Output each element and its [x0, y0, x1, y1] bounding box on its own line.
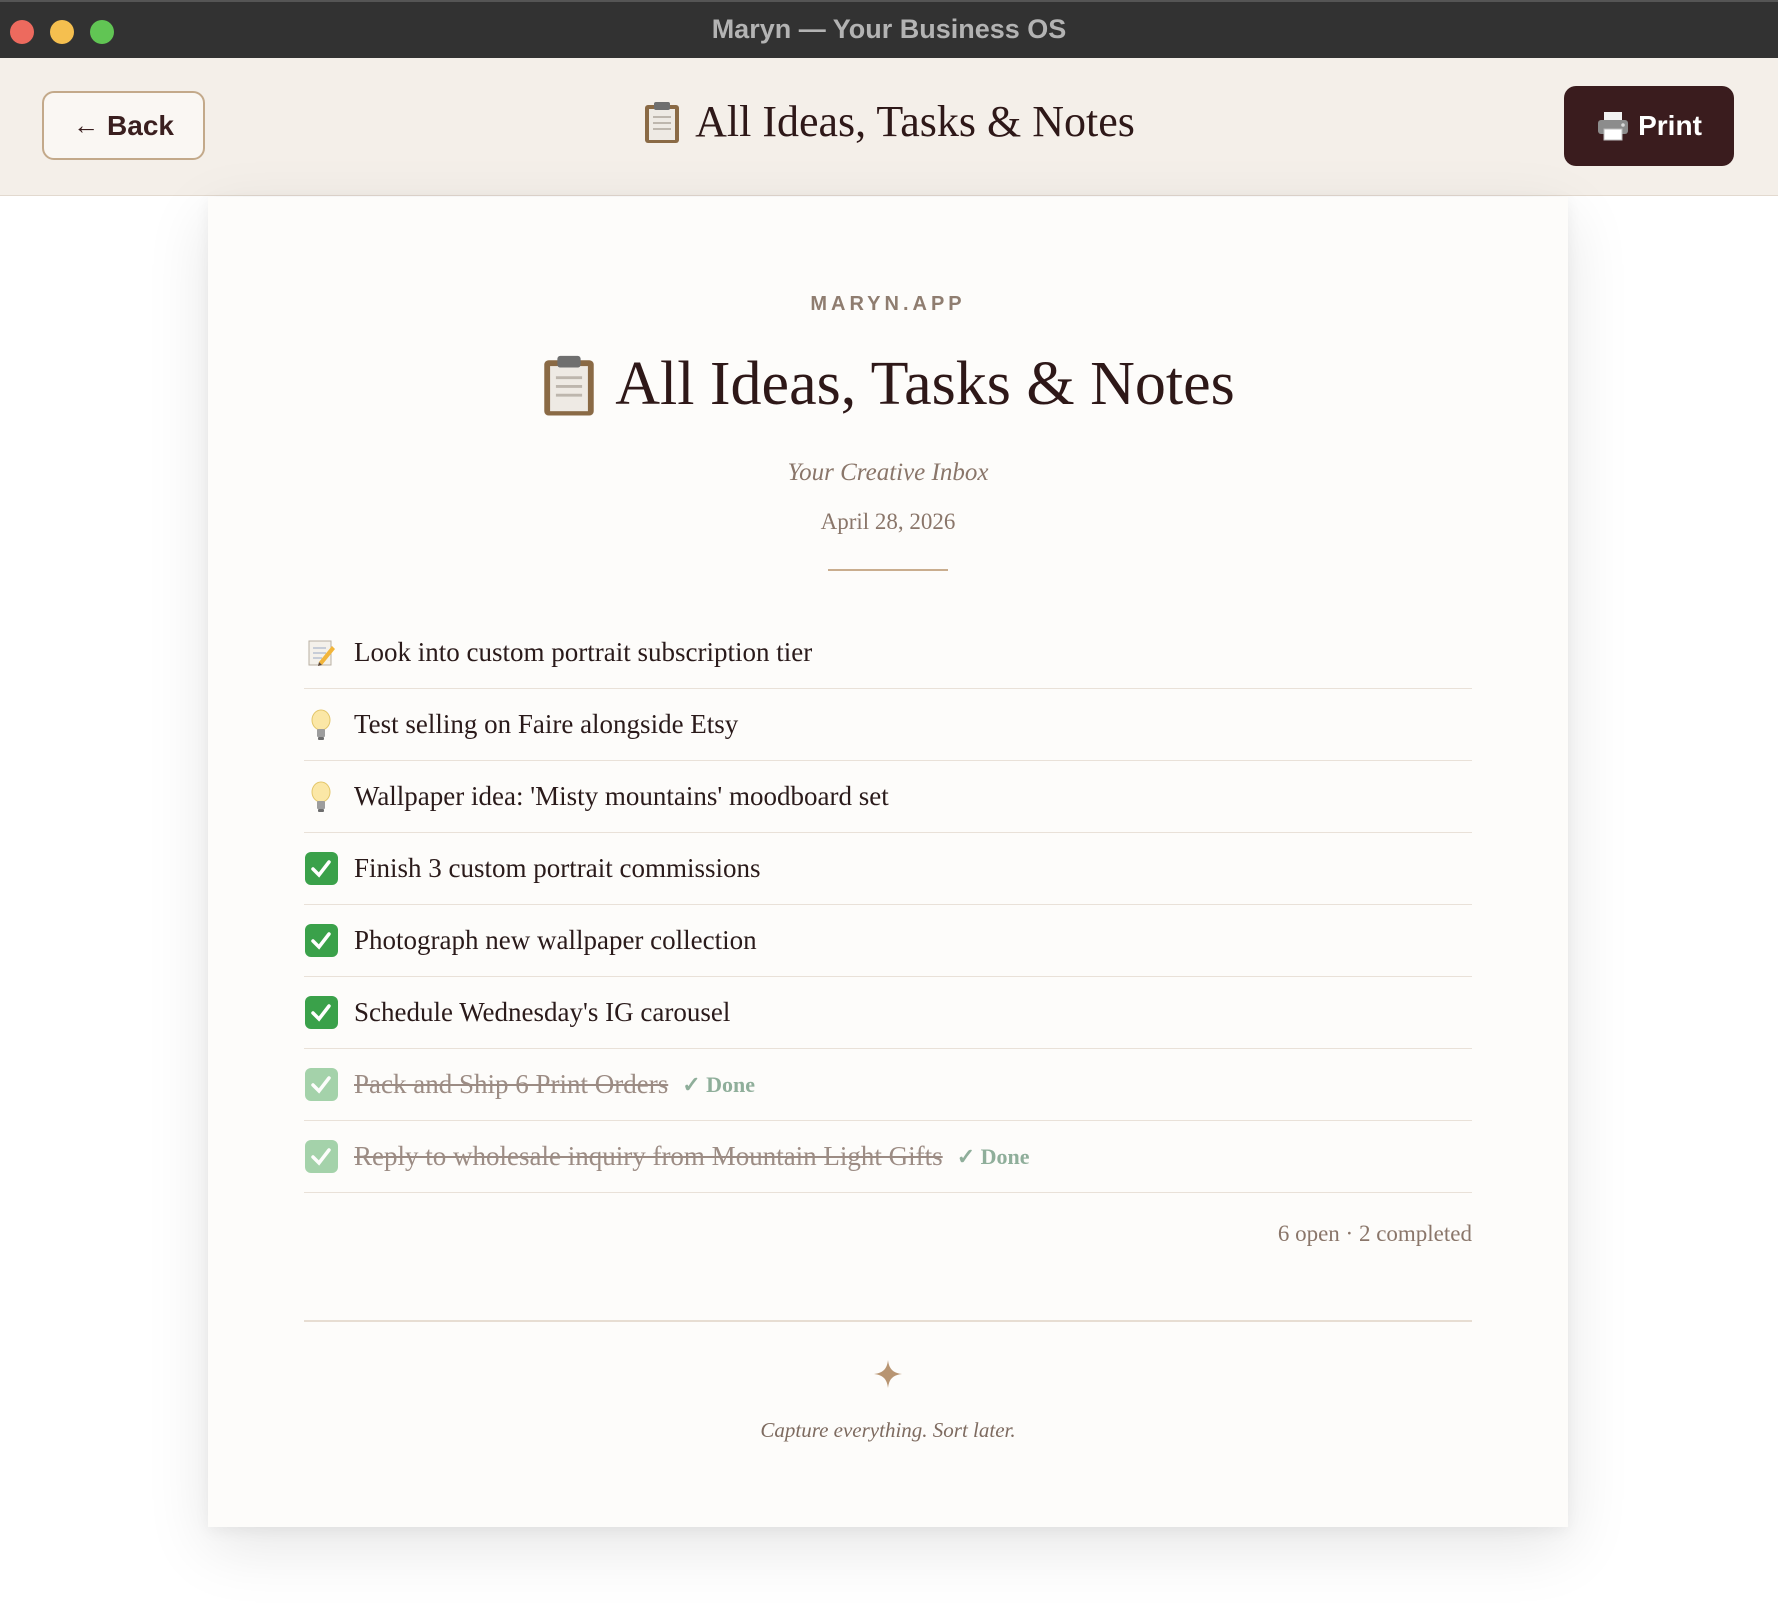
- check-box-icon: [304, 924, 338, 958]
- list-item: Look into custom portrait subscription t…: [304, 617, 1472, 689]
- brand-label: MARYN.APP: [810, 293, 966, 315]
- clipboard-icon: [645, 101, 680, 143]
- sparkle-icon: [208, 1360, 1568, 1388]
- list-item-done: Reply to wholesale inquiry from Mountain…: [304, 1121, 1472, 1193]
- lightbulb-icon: [304, 708, 338, 742]
- page-title-text: All Ideas, Tasks & Notes: [615, 350, 1235, 418]
- item-text: Finish 3 custom portrait commissions: [354, 853, 761, 883]
- check-box-icon: [304, 996, 338, 1030]
- items-summary: 6 open · 2 completed: [1277, 1221, 1472, 1246]
- item-text: Pack and Ship 6 Print Orders: [354, 1069, 669, 1099]
- app-header: ← Back All Ideas, Tasks & Notes Print: [0, 58, 1778, 196]
- list-item-done: Pack and Ship 6 Print Orders ✓ Done: [304, 1049, 1472, 1121]
- done-badge: ✓ Done: [956, 1143, 1030, 1169]
- list-item: Test selling on Faire alongside Etsy: [304, 689, 1472, 761]
- print-preview-paper: MARYN.APP All Ideas, Tasks & Notes Your …: [208, 197, 1568, 1527]
- header-title-text: All Ideas, Tasks & Notes: [695, 97, 1135, 146]
- list-item: Finish 3 custom portrait commissions: [304, 833, 1472, 905]
- print-button-label: Print: [1638, 110, 1702, 141]
- footer-tagline: Capture everything. Sort later.: [760, 1418, 1016, 1442]
- page-subtitle: Your Creative Inbox: [787, 459, 989, 486]
- print-button[interactable]: Print: [1564, 86, 1734, 166]
- list-item: Schedule Wednesday's IG carousel: [304, 977, 1472, 1049]
- check-box-icon: [304, 852, 338, 886]
- footer-divider: [304, 1320, 1472, 1322]
- item-text: Reply to wholesale inquiry from Mountain…: [354, 1141, 943, 1171]
- window-titlebar: Maryn — Your Business OS: [0, 0, 1778, 58]
- page-date: April 28, 2026: [820, 509, 956, 534]
- printer-icon: [1598, 112, 1629, 141]
- item-text: Wallpaper idea: 'Misty mountains' moodbo…: [354, 781, 889, 811]
- memo-icon: [304, 636, 338, 670]
- check-box-icon: [304, 1068, 338, 1102]
- item-text: Photograph new wallpaper collection: [354, 925, 757, 955]
- title-divider: [828, 569, 948, 571]
- item-text: Schedule Wednesday's IG carousel: [354, 997, 731, 1027]
- list-item: Wallpaper idea: 'Misty mountains' moodbo…: [304, 761, 1472, 833]
- done-badge: ✓ Done: [682, 1071, 756, 1097]
- item-text: Look into custom portrait subscription t…: [354, 637, 813, 667]
- items-list: Look into custom portrait subscription t…: [304, 617, 1472, 1193]
- window-title: Maryn — Your Business OS: [711, 14, 1067, 44]
- clipboard-icon: [544, 355, 594, 416]
- header-title: All Ideas, Tasks & Notes: [0, 96, 1778, 147]
- list-item: Photograph new wallpaper collection: [304, 905, 1472, 977]
- lightbulb-icon: [304, 780, 338, 814]
- check-box-icon: [304, 1140, 338, 1174]
- page-title: All Ideas, Tasks & Notes: [208, 349, 1568, 420]
- item-text: Test selling on Faire alongside Etsy: [354, 709, 739, 739]
